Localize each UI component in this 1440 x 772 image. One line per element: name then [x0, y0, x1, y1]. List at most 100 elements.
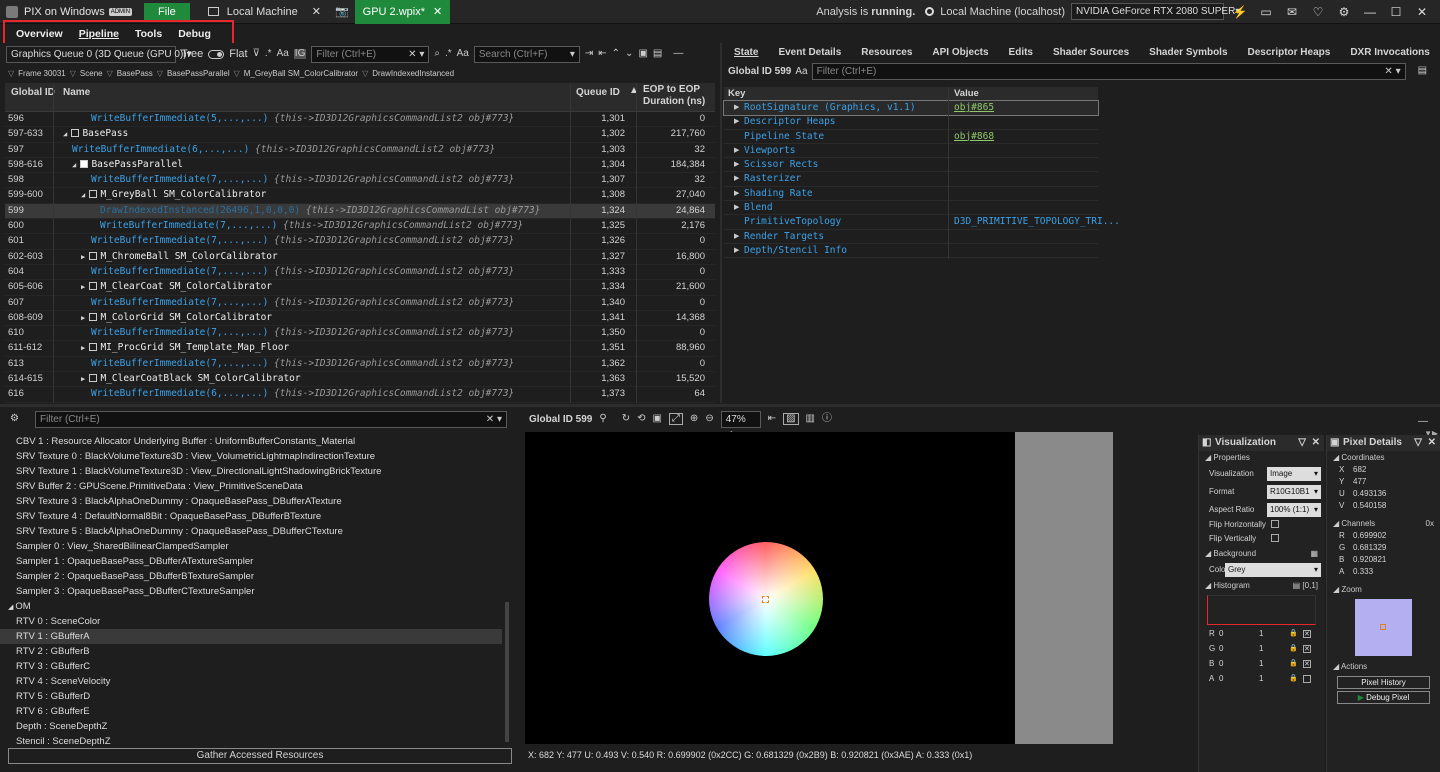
menu-pipeline[interactable]: Pipeline: [71, 28, 127, 40]
resource-item[interactable]: Sampler 3 : OpaqueBasePass_DBufferCTextu…: [0, 584, 502, 599]
state-row[interactable]: ▶ Rasterizer: [724, 172, 1098, 187]
resource-item[interactable]: SRV Buffer 2 : GPUScene.PrimitiveData : …: [0, 479, 502, 494]
lock-icon[interactable]: 🔒: [1289, 674, 1298, 682]
resource-item[interactable]: Sampler 1 : OpaqueBasePass_DBufferATextu…: [0, 554, 502, 569]
format-select[interactable]: R10G10B1 ▾: [1267, 485, 1321, 499]
flip-h-checkbox[interactable]: [1271, 520, 1279, 528]
group-checkbox[interactable]: [89, 190, 98, 199]
tab-resources[interactable]: Resources: [851, 47, 922, 58]
tab-dxr-invocations[interactable]: DXR Invocations: [1340, 47, 1439, 58]
tab-edits[interactable]: Edits: [999, 47, 1043, 58]
close-icon[interactable]: ✕: [433, 5, 442, 18]
zoom-section[interactable]: ◢ Zoom: [1327, 583, 1440, 597]
menu-tools[interactable]: Tools: [127, 28, 170, 40]
channel-min[interactable]: 0: [1219, 659, 1223, 668]
table-row[interactable]: 598 WriteBufferImmediate(7,...,...) {this…: [5, 173, 715, 189]
window-close-icon[interactable]: ✕: [1412, 5, 1432, 19]
state-row[interactable]: ▶ Viewports: [724, 144, 1098, 159]
whole-word-icon[interactable]: IG: [293, 49, 307, 59]
visualization-select[interactable]: Image ▾: [1267, 467, 1321, 481]
histogram-icon[interactable]: ▥: [806, 414, 815, 424]
gear-icon[interactable]: ⚙: [1334, 5, 1354, 19]
actions-section[interactable]: ◢ Actions: [1327, 660, 1440, 674]
state-row[interactable]: Pipeline State obj#868: [724, 130, 1098, 144]
match-case-icon[interactable]: Aa: [457, 49, 469, 59]
gather-resources-button[interactable]: Gather Accessed Resources: [8, 748, 512, 764]
resource-item[interactable]: RTV 0 : SceneColor: [0, 614, 502, 629]
splitter[interactable]: [0, 404, 1440, 407]
channel-max[interactable]: 1: [1259, 644, 1263, 653]
zoom-out-icon[interactable]: ⊖: [705, 414, 713, 424]
save-icon[interactable]: ▣: [652, 414, 661, 424]
resource-item[interactable]: RTV 4 : SceneVelocity: [0, 674, 502, 689]
table-row[interactable]: 597-633 ◢ BasePass 1,302 217,760: [5, 127, 715, 143]
events-filter-input[interactable]: Filter (Ctrl+E) ✕ ▾: [311, 45, 430, 63]
collapse-icon[interactable]: ◢: [63, 130, 71, 138]
group-checkbox[interactable]: [80, 159, 89, 168]
state-row[interactable]: ▶ Render Targets: [724, 230, 1098, 244]
refresh-icon[interactable]: ↻: [622, 414, 630, 424]
breadcrumb-item[interactable]: BasePass: [117, 69, 153, 78]
table-row[interactable]: 616 WriteBufferImmediate(6,...,...) {this…: [5, 387, 715, 403]
coordinates-section[interactable]: ◢ Coordinates: [1327, 451, 1440, 465]
close-icon[interactable]: ✕: [312, 5, 321, 18]
maximize-icon[interactable]: ☐: [1386, 5, 1406, 19]
resource-item[interactable]: Sampler 0 : View_SharedBilinearClampedSa…: [0, 539, 502, 554]
regex-icon[interactable]: .*: [265, 49, 272, 59]
background-section[interactable]: ◢ Background ▦: [1199, 547, 1324, 561]
group-checkbox[interactable]: [89, 251, 98, 260]
skip-prev-icon[interactable]: ⇤: [768, 414, 776, 424]
breadcrumb-item[interactable]: BasePassParallel: [167, 69, 230, 78]
pixel-history-button[interactable]: Pixel History: [1337, 676, 1430, 689]
image-icon[interactable]: ▨: [783, 413, 799, 425]
table-row[interactable]: 601 WriteBufferImmediate(7,...,...) {this…: [5, 234, 715, 250]
close-icon[interactable]: ✕: [1312, 435, 1320, 451]
channel-checkbox[interactable]: [1303, 675, 1311, 683]
tree-flat-toggle[interactable]: [208, 49, 225, 59]
expand-icon[interactable]: ▶: [81, 283, 89, 291]
resource-item[interactable]: Sampler 2 : OpaqueBasePass_DBufferBTextu…: [0, 569, 502, 584]
queue-select[interactable]: Graphics Queue 0 (3D Queue (GPU 0)) ▾: [6, 45, 192, 63]
group-checkbox[interactable]: [89, 343, 98, 352]
chevron-down-icon[interactable]: ▽: [1298, 435, 1306, 451]
col-global-id[interactable]: Global ID: [11, 87, 55, 98]
tab-descriptor-heaps[interactable]: Descriptor Heaps: [1238, 47, 1341, 58]
save-icon[interactable]: ▣: [638, 49, 647, 59]
channel-checkbox[interactable]: ✕: [1303, 645, 1311, 653]
col-name[interactable]: Name: [63, 87, 90, 98]
channel-max[interactable]: 1: [1259, 629, 1263, 638]
columns-icon[interactable]: ▤: [1418, 66, 1427, 76]
channel-checkbox[interactable]: ✕: [1303, 630, 1311, 638]
group-checkbox[interactable]: [89, 282, 98, 291]
info-icon[interactable]: ⓘ: [822, 414, 832, 424]
zoom-input[interactable]: 47%: [720, 410, 761, 428]
table-row[interactable]: 607 WriteBufferImmediate(7,...,...) {this…: [5, 296, 715, 311]
expand-icon[interactable]: ▶: [81, 344, 89, 352]
match-case-icon[interactable]: Aa: [277, 49, 289, 59]
resource-group-header[interactable]: ◢ OM: [0, 599, 502, 614]
screen-icon[interactable]: ▭: [1256, 5, 1276, 19]
expand-icon[interactable]: ▶: [734, 160, 739, 168]
expand-icon[interactable]: ▶: [81, 375, 89, 383]
tab-local-machine[interactable]: Local Machine ✕: [200, 0, 329, 24]
expand-icon[interactable]: ▶: [734, 232, 739, 240]
chevron-up-icon[interactable]: ⌃: [612, 49, 620, 59]
table-row[interactable]: 605-606 ▶ M_ClearCoat SM_ColorCalibrator 1…: [5, 280, 715, 296]
table-row[interactable]: 596 WriteBufferImmediate(5,...,...) {this…: [5, 112, 715, 128]
group-checkbox[interactable]: [71, 129, 80, 138]
expand-icon[interactable]: ▶: [734, 174, 739, 182]
resource-item[interactable]: SRV Texture 3 : BlackAlphaOneDummy : Opa…: [0, 494, 502, 509]
state-row[interactable]: ▶ RootSignature (Graphics, v1.1) obj#865: [723, 99, 1099, 117]
tab-state[interactable]: State: [724, 47, 768, 58]
group-checkbox[interactable]: [89, 374, 98, 383]
tab-event-details[interactable]: Event Details: [768, 47, 851, 58]
match-case-icon[interactable]: Aa: [795, 66, 807, 77]
resources-filter-input[interactable]: Filter (Ctrl+E) ✕ ▾: [34, 410, 507, 428]
texture-canvas[interactable]: [525, 432, 1015, 744]
fit-icon[interactable]: ⤢: [668, 413, 683, 425]
expand-icon[interactable]: ▶: [81, 314, 89, 322]
state-value[interactable]: obj#868: [954, 131, 994, 142]
resource-item[interactable]: Stencil : SceneDepthZ: [0, 734, 502, 749]
histogram-section[interactable]: ◢ Histogram ▤ [0,1]: [1199, 579, 1324, 593]
debug-pixel-button[interactable]: ▶ Debug Pixel: [1337, 691, 1430, 704]
